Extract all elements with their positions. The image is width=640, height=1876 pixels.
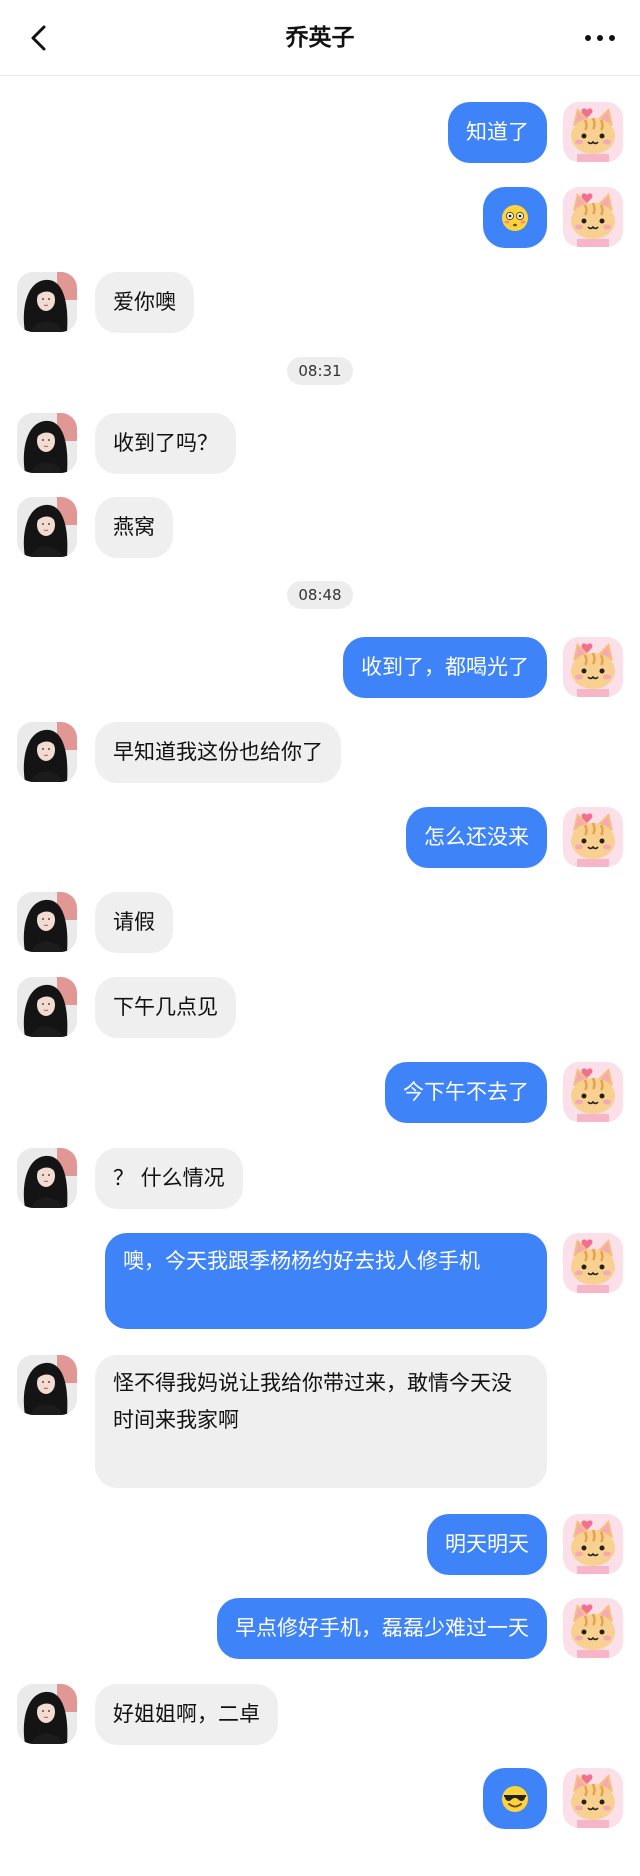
contact-avatar[interactable] bbox=[17, 1684, 77, 1744]
my-avatar[interactable] bbox=[563, 1233, 623, 1293]
contact-avatar[interactable] bbox=[17, 272, 77, 332]
message-bubble-sent[interactable]: 知道了 bbox=[448, 102, 547, 163]
flushed-face-icon bbox=[502, 204, 528, 231]
my-avatar[interactable] bbox=[563, 1768, 623, 1828]
message-bubble-sent[interactable]: 收到了，都喝光了 bbox=[343, 637, 547, 698]
message-bubble-sent[interactable]: 怎么还没来 bbox=[406, 807, 547, 868]
timestamp-divider: 08:48 bbox=[0, 581, 640, 609]
contact-avatar[interactable] bbox=[17, 977, 77, 1037]
message-bubble-received[interactable]: 怪不得我妈说让我给你带过来，敢情今天没时间来我家啊 bbox=[95, 1355, 547, 1488]
contact-avatar[interactable] bbox=[17, 892, 77, 952]
contact-avatar[interactable] bbox=[17, 413, 77, 473]
my-avatar[interactable] bbox=[563, 637, 623, 697]
chat-header: 乔英子 bbox=[0, 0, 640, 76]
message-bubble-received[interactable]: 请假 bbox=[95, 892, 173, 953]
message-bubble-received[interactable]: 收到了吗？ bbox=[95, 413, 236, 474]
message-bubble-sent[interactable]: 今下午不去了 bbox=[385, 1062, 547, 1123]
my-avatar[interactable] bbox=[563, 1514, 623, 1574]
message-bubble-sent[interactable]: 噢，今天我跟季杨杨约好去找人修手机 bbox=[105, 1233, 547, 1329]
contact-avatar[interactable] bbox=[17, 1148, 77, 1208]
timestamp-divider: 08:31 bbox=[0, 357, 640, 385]
message-bubble-sent[interactable] bbox=[483, 1768, 547, 1829]
message-bubble-sent[interactable]: 明天明天 bbox=[427, 1514, 547, 1575]
contact-avatar[interactable] bbox=[17, 722, 77, 782]
my-avatar[interactable] bbox=[563, 102, 623, 162]
message-bubble-sent[interactable] bbox=[483, 187, 547, 248]
contact-avatar[interactable] bbox=[17, 1355, 77, 1415]
contact-avatar[interactable] bbox=[17, 497, 77, 557]
message-bubble-sent[interactable]: 早点修好手机，磊磊少难过一天 bbox=[217, 1598, 547, 1659]
my-avatar[interactable] bbox=[563, 1598, 623, 1658]
more-options-icon[interactable] bbox=[580, 26, 620, 50]
my-avatar[interactable] bbox=[563, 807, 623, 867]
message-bubble-received[interactable]: 早知道我这份也给你了 bbox=[95, 722, 341, 783]
chat-title: 乔英子 bbox=[285, 25, 355, 51]
message-bubble-received[interactable]: 爱你噢 bbox=[95, 272, 194, 333]
message-bubble-received[interactable]: 好姐姐啊，二卓 bbox=[95, 1684, 278, 1745]
my-avatar[interactable] bbox=[563, 1062, 623, 1122]
message-bubble-received[interactable]: 燕窝 bbox=[95, 497, 173, 558]
message-bubble-received[interactable]: ？ 什么情况 bbox=[95, 1148, 243, 1209]
sunglasses-face-icon bbox=[502, 1785, 528, 1812]
my-avatar[interactable] bbox=[563, 187, 623, 247]
message-bubble-received[interactable]: 下午几点见 bbox=[95, 977, 236, 1038]
